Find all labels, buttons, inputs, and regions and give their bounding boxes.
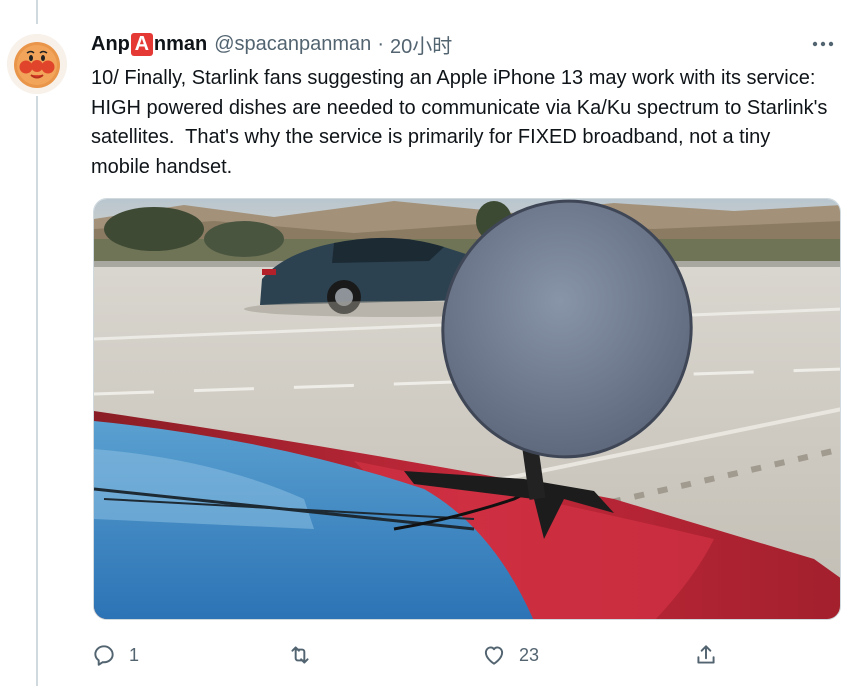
reply-count: 1: [129, 644, 140, 665]
thread-line: [36, 96, 38, 686]
starlink-dish-photo-icon: [94, 199, 840, 619]
more-icon[interactable]: [808, 31, 838, 57]
separator-dot: ·: [377, 32, 384, 55]
retweet-button[interactable]: [287, 640, 325, 670]
retweet-icon: [291, 646, 309, 664]
author-name-prefix: Anp: [91, 32, 130, 55]
reply-button[interactable]: 1: [91, 640, 139, 670]
tweet-time[interactable]: 20小时: [390, 30, 452, 59]
avatar[interactable]: [7, 34, 67, 94]
thread-line-top: [36, 0, 38, 24]
tweet-actions: 1 23: [91, 640, 731, 670]
share-icon: [697, 645, 715, 664]
author-name[interactable]: Anp Anman: [91, 32, 208, 56]
tweet-header: Anp Anman @spacanpanman · 20小时: [91, 30, 840, 59]
reply-icon: [94, 645, 114, 666]
like-button[interactable]: 23: [481, 640, 539, 670]
more-horizontal-icon: [812, 41, 834, 47]
like-count: 23: [519, 644, 540, 665]
author-name-badge: A: [130, 32, 153, 56]
tweet-photo[interactable]: [93, 198, 841, 620]
heart-icon: [484, 646, 504, 665]
anpanman-avatar-icon: [7, 34, 67, 94]
author-name-suffix: nman: [153, 32, 208, 55]
author-handle[interactable]: @spacanpanman: [214, 33, 371, 56]
share-button[interactable]: [693, 640, 731, 670]
tweet-text: 10/ Finally, Starlink fans suggesting an…: [91, 67, 833, 178]
